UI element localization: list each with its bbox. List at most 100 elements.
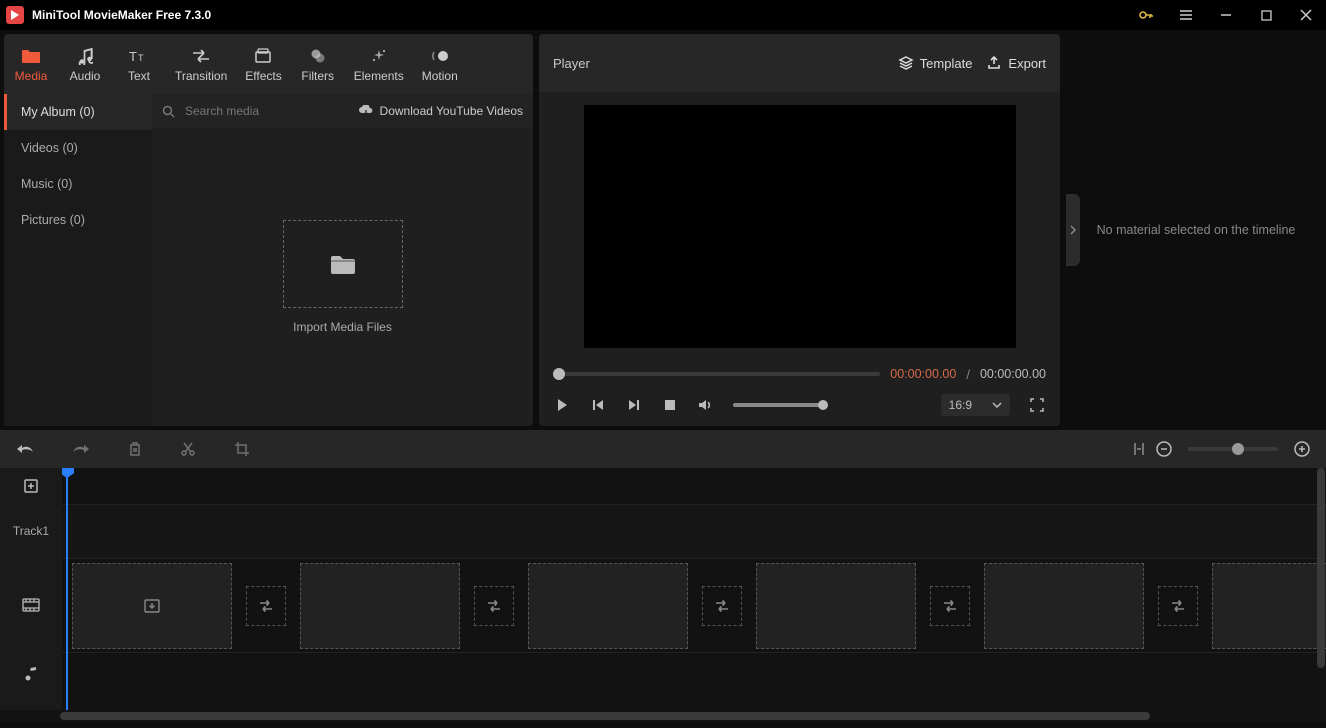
track1-label[interactable]: Track1 <box>0 504 62 558</box>
undo-button[interactable] <box>16 442 34 456</box>
app-title: MiniTool MovieMaker Free 7.3.0 <box>32 8 211 22</box>
export-button[interactable]: Export <box>986 55 1046 71</box>
transition-drop-slot[interactable] <box>246 586 286 626</box>
effects-icon <box>253 46 273 66</box>
inspector-empty-label: No material selected on the timeline <box>1097 223 1296 237</box>
menu-button[interactable] <box>1166 0 1206 30</box>
tab-label: Media <box>15 69 48 83</box>
tab-label: Elements <box>354 69 404 83</box>
transition-drop-slot[interactable] <box>930 586 970 626</box>
audio-track-icon[interactable] <box>0 652 62 696</box>
category-list: My Album (0) Videos (0) Music (0) Pictur… <box>4 94 152 426</box>
search-input[interactable] <box>185 104 352 118</box>
time-current: 00:00:00.00 <box>890 367 956 381</box>
transition-icon <box>191 46 211 66</box>
cloud-download-icon <box>358 105 374 117</box>
text-icon: TT <box>129 46 149 66</box>
category-videos[interactable]: Videos (0) <box>4 130 152 166</box>
timeline-panel: Track1 <box>0 430 1326 722</box>
aspect-ratio-value: 16:9 <box>949 398 972 412</box>
clip-drop-slot[interactable] <box>984 563 1144 649</box>
seek-bar[interactable] <box>553 372 880 376</box>
folder-icon <box>21 46 41 66</box>
clip-drop-slot[interactable] <box>756 563 916 649</box>
clip-drop-slot[interactable] <box>528 563 688 649</box>
category-music[interactable]: Music (0) <box>4 166 152 202</box>
track1-lane[interactable] <box>62 504 1326 558</box>
svg-text:T: T <box>129 49 137 64</box>
zoom-handle[interactable] <box>1232 443 1244 455</box>
volume-slider[interactable] <box>733 403 823 407</box>
import-zone[interactable]: Import Media Files <box>152 128 533 426</box>
fullscreen-button[interactable] <box>1028 396 1046 414</box>
timeline-vertical-scrollbar[interactable] <box>1316 468 1326 710</box>
playhead[interactable] <box>66 468 68 710</box>
seek-handle[interactable] <box>553 368 565 380</box>
tab-text[interactable]: TT Text <box>112 34 166 94</box>
video-preview <box>584 105 1016 348</box>
download-youtube-button[interactable]: Download YouTube Videos <box>358 104 523 118</box>
transition-drop-slot[interactable] <box>1158 586 1198 626</box>
timeline-tracks[interactable] <box>62 468 1326 710</box>
tab-label: Text <box>128 69 150 83</box>
svg-text:T: T <box>138 53 144 63</box>
tab-transition[interactable]: Transition <box>166 34 236 94</box>
volume-handle[interactable] <box>818 400 828 410</box>
timeline-horizontal-scrollbar[interactable] <box>0 710 1326 722</box>
video-track-icon[interactable] <box>0 558 62 652</box>
stop-button[interactable] <box>661 396 679 414</box>
tab-label: Motion <box>422 69 458 83</box>
zoom-out-button[interactable] <box>1156 441 1172 457</box>
activate-key-icon[interactable] <box>1126 0 1166 30</box>
minimize-button[interactable] <box>1206 0 1246 30</box>
tab-label: Transition <box>175 69 227 83</box>
clip-drop-slot[interactable] <box>300 563 460 649</box>
import-label: Import Media Files <box>293 320 392 334</box>
play-button[interactable] <box>553 396 571 414</box>
template-label: Template <box>920 56 973 71</box>
maximize-button[interactable] <box>1246 0 1286 30</box>
category-pictures[interactable]: Pictures (0) <box>4 202 152 238</box>
chevron-down-icon <box>992 402 1002 408</box>
tab-effects[interactable]: Effects <box>236 34 290 94</box>
redo-button[interactable] <box>72 442 90 456</box>
template-button[interactable]: Template <box>898 55 973 71</box>
add-track-button[interactable] <box>0 468 62 504</box>
zoom-in-button[interactable] <box>1294 441 1310 457</box>
timeline-fit-button[interactable] <box>1132 441 1146 457</box>
inspector-expand-button[interactable] <box>1066 194 1080 266</box>
volume-button[interactable] <box>697 396 715 414</box>
tab-media[interactable]: Media <box>4 34 58 94</box>
inspector-panel: No material selected on the timeline <box>1066 34 1326 426</box>
transition-drop-slot[interactable] <box>702 586 742 626</box>
folder-import-icon <box>329 252 357 276</box>
crop-button[interactable] <box>234 441 250 457</box>
aspect-ratio-select[interactable]: 16:9 <box>941 394 1010 416</box>
player-panel: Player Template Export 00:00:00.00 / 00:… <box>539 34 1060 426</box>
next-frame-button[interactable] <box>625 396 643 414</box>
filters-icon <box>308 46 328 66</box>
media-panel: Media Audio TT Text Transition Effects F… <box>4 34 533 426</box>
player-title: Player <box>553 56 884 71</box>
zoom-slider[interactable] <box>1188 447 1278 451</box>
tab-label: Audio <box>70 69 101 83</box>
sparkle-icon <box>369 46 389 66</box>
category-my-album[interactable]: My Album (0) <box>4 94 152 130</box>
tab-elements[interactable]: Elements <box>345 34 413 94</box>
close-button[interactable] <box>1286 0 1326 30</box>
audio-lane[interactable] <box>62 652 1326 696</box>
prev-frame-button[interactable] <box>589 396 607 414</box>
delete-button[interactable] <box>128 441 142 457</box>
tab-filters[interactable]: Filters <box>291 34 345 94</box>
clip-drop-slot[interactable] <box>72 563 232 649</box>
music-note-icon <box>75 46 95 66</box>
app-logo <box>6 6 24 24</box>
tab-audio[interactable]: Audio <box>58 34 112 94</box>
transition-drop-slot[interactable] <box>474 586 514 626</box>
time-total: 00:00:00.00 <box>980 367 1046 381</box>
video-lane[interactable] <box>62 558 1326 652</box>
tab-label: Filters <box>301 69 334 83</box>
tab-motion[interactable]: Motion <box>413 34 467 94</box>
clip-drop-slot[interactable] <box>1212 563 1326 649</box>
split-button[interactable] <box>180 441 196 457</box>
